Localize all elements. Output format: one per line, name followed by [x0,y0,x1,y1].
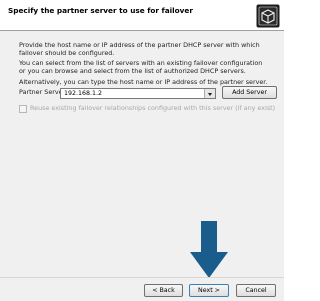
select-hint-text: You can select from the list of servers … [19,59,263,75]
reuse-relationships-label: Reuse existing failover relationships co… [30,104,276,112]
wizard-body: Provide the host name or IP address of t… [0,31,284,277]
partner-server-value: 192.168.1.2 [64,90,103,97]
cancel-button[interactable]: Cancel [236,284,276,297]
reuse-relationships-checkbox[interactable] [19,105,27,113]
intro-text: Provide the host name or IP address of t… [19,41,260,57]
next-button[interactable]: Next > [189,284,229,297]
partner-server-combobox[interactable]: 192.168.1.2 [60,88,216,99]
back-button[interactable]: < Back [144,284,183,297]
wizard-header: Specify the partner server to use for fa… [0,0,284,31]
wizard-footer: < Back Next > Cancel [0,277,284,301]
server-wizard-icon [256,4,280,28]
chevron-down-icon[interactable] [204,89,215,98]
page-title: Specify the partner server to use for fa… [8,6,193,15]
add-server-button[interactable]: Add Server [222,86,277,99]
type-hint-text: Alternatively, you can type the host nam… [19,78,268,86]
arrow-down-icon [190,221,228,278]
